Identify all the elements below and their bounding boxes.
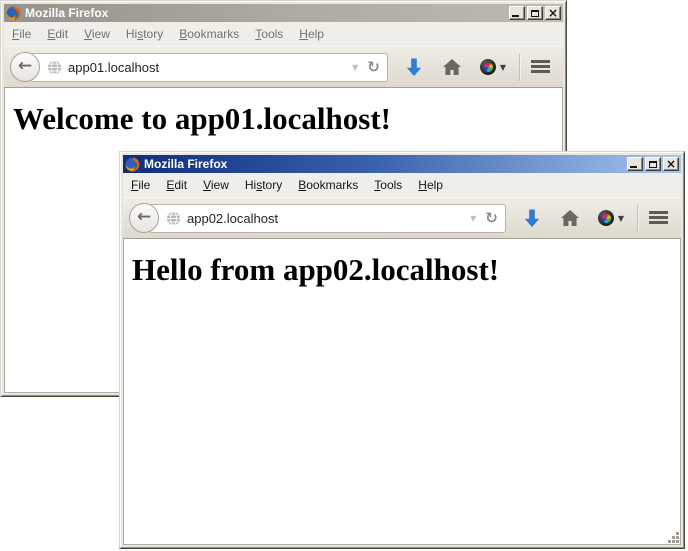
maximize-button[interactable]	[645, 157, 661, 171]
close-button[interactable]: ×	[663, 157, 679, 171]
hamburger-icon	[531, 60, 550, 63]
maximize-button[interactable]	[527, 6, 543, 20]
window-title: Mozilla Firefox	[144, 157, 625, 171]
menu-history[interactable]: History	[118, 24, 171, 44]
url-dropdown-icon[interactable]: ▼	[470, 214, 476, 223]
page-heading: Hello from app02.localhost!	[132, 252, 672, 288]
download-icon	[522, 208, 542, 228]
globe-icon	[166, 211, 181, 226]
firefox-window-app02: Mozilla Firefox × File Edit View History…	[119, 151, 685, 549]
menu-edit[interactable]: Edit	[39, 24, 76, 44]
menu-view[interactable]: View	[76, 24, 118, 44]
page-content: Hello from app02.localhost!	[123, 239, 681, 545]
downloads-button[interactable]	[404, 57, 424, 77]
minimize-icon	[512, 15, 519, 17]
app-menu-button[interactable]	[531, 60, 551, 74]
window-controls: ×	[507, 6, 561, 20]
globe-icon	[47, 60, 62, 75]
addon-button[interactable]: ▼	[480, 59, 506, 75]
close-icon: ×	[548, 8, 558, 18]
menu-file[interactable]: File	[123, 175, 158, 195]
back-button[interactable]: ←	[129, 203, 159, 233]
back-button[interactable]: ←	[10, 52, 40, 82]
home-icon	[560, 209, 580, 227]
navigation-toolbar: ← app01.localhost ▼ ↻ ▼	[4, 46, 563, 88]
titlebar[interactable]: Mozilla Firefox ×	[123, 155, 681, 173]
menu-help[interactable]: Help	[291, 24, 332, 44]
url-dropdown-icon[interactable]: ▼	[352, 63, 358, 72]
downloads-button[interactable]	[522, 208, 542, 228]
menu-tools[interactable]: Tools	[247, 24, 291, 44]
window-title: Mozilla Firefox	[25, 6, 507, 20]
menu-bookmarks[interactable]: Bookmarks	[171, 24, 247, 44]
minimize-icon	[630, 166, 637, 168]
firefox-icon	[6, 6, 21, 21]
menu-help[interactable]: Help	[410, 175, 451, 195]
firefox-icon	[125, 157, 140, 172]
minimize-button[interactable]	[509, 6, 525, 20]
addon-button[interactable]: ▼	[598, 210, 624, 226]
chevron-down-icon: ▼	[618, 214, 624, 223]
menu-tools[interactable]: Tools	[366, 175, 410, 195]
addon-icon	[480, 59, 496, 75]
addon-icon	[598, 210, 614, 226]
toolbar-separator	[637, 205, 638, 232]
resize-grip-icon	[668, 540, 671, 543]
minimize-button[interactable]	[627, 157, 643, 171]
maximize-icon	[649, 161, 657, 168]
titlebar[interactable]: Mozilla Firefox ×	[4, 4, 563, 22]
menu-file[interactable]: File	[4, 24, 39, 44]
menu-bar: File Edit View History Bookmarks Tools H…	[4, 22, 563, 46]
chevron-down-icon: ▼	[500, 63, 506, 72]
hamburger-icon	[649, 211, 668, 214]
home-button[interactable]	[442, 58, 462, 76]
page-heading: Welcome to app01.localhost!	[13, 101, 554, 137]
download-icon	[404, 57, 424, 77]
home-button[interactable]	[560, 209, 580, 227]
menu-view[interactable]: View	[195, 175, 237, 195]
url-text: app01.localhost	[68, 60, 348, 75]
url-bar[interactable]: app01.localhost ▼ ↻	[30, 53, 388, 82]
menu-edit[interactable]: Edit	[158, 175, 195, 195]
url-text: app02.localhost	[187, 211, 466, 226]
back-icon: ←	[137, 209, 151, 226]
reload-button[interactable]: ↻	[485, 211, 498, 226]
close-button[interactable]: ×	[545, 6, 561, 20]
app-menu-button[interactable]	[649, 211, 669, 225]
maximize-icon	[531, 10, 539, 17]
home-icon	[442, 58, 462, 76]
resize-grip[interactable]	[668, 532, 680, 544]
window-controls: ×	[625, 157, 679, 171]
back-icon: ←	[18, 58, 32, 75]
reload-button[interactable]: ↻	[367, 60, 380, 75]
menu-bar: File Edit View History Bookmarks Tools H…	[123, 173, 681, 197]
toolbar-separator	[519, 54, 520, 81]
url-bar[interactable]: app02.localhost ▼ ↻	[149, 204, 506, 233]
menu-history[interactable]: History	[237, 175, 290, 195]
close-icon: ×	[666, 159, 676, 169]
menu-bookmarks[interactable]: Bookmarks	[290, 175, 366, 195]
navigation-toolbar: ← app02.localhost ▼ ↻ ▼	[123, 197, 681, 239]
